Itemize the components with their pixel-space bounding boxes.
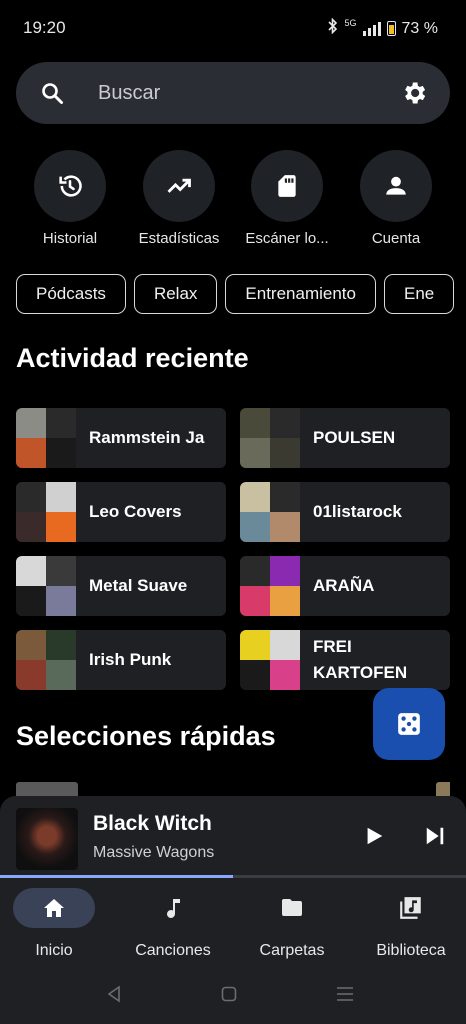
battery-icon <box>386 21 396 36</box>
recents-icon[interactable] <box>336 987 354 1001</box>
skip-next-icon[interactable] <box>424 825 446 847</box>
nav-inicio[interactable]: Inicio <box>0 888 112 960</box>
back-icon[interactable] <box>106 985 122 1003</box>
playlist-cover <box>16 408 76 468</box>
now-playing-artist: Massive Wagons <box>93 844 215 861</box>
status-icons: 5G 73 % <box>327 17 438 39</box>
status-time: 19:20 <box>23 18 66 37</box>
bluetooth-icon <box>327 17 339 39</box>
chip-entrenamiento[interactable]: Entrenamiento <box>225 274 376 314</box>
signal-icon <box>362 21 381 36</box>
section-title-recent: Actividad reciente <box>16 343 249 373</box>
shortcut-label: Escáner lo... <box>245 230 329 247</box>
sd-card-icon <box>278 175 296 197</box>
playlist-cover <box>16 482 76 542</box>
home-icon <box>44 899 64 917</box>
nav-biblioteca[interactable]: Biblioteca <box>353 888 466 960</box>
recent-item[interactable]: 01listarock <box>240 482 450 542</box>
playlist-name: POULSEN <box>313 428 396 447</box>
section-title-quick-picks: Selecciones rápidas <box>16 721 276 751</box>
playlist-name: Irish Punk <box>89 650 172 669</box>
bottom-nav: Inicio Canciones Carpetas Biblioteca <box>0 878 466 962</box>
battery-level: 73 % <box>401 19 438 37</box>
playlist-name: Metal Suave <box>89 576 188 595</box>
music-note-icon <box>167 899 180 918</box>
system-nav-bar <box>0 962 466 1024</box>
dice-icon <box>398 713 420 735</box>
playlist-cover <box>16 630 76 690</box>
shortcut-estadisticas[interactable]: Estadísticas <box>124 150 234 247</box>
chip-relax[interactable]: Relax <box>133 274 218 314</box>
network-label: 5G <box>344 18 357 28</box>
playlist-cover <box>240 482 300 542</box>
nav-label: Biblioteca <box>376 942 446 959</box>
play-icon[interactable] <box>363 825 385 847</box>
recent-item[interactable]: FREI KARTOFEN <box>240 630 450 690</box>
shortcut-label: Historial <box>42 230 98 247</box>
recent-item[interactable]: Irish Punk <box>16 630 226 690</box>
shortcut-cuenta[interactable]: Cuenta <box>341 150 451 247</box>
account-icon <box>386 176 406 195</box>
recent-item[interactable]: ARAÑA <box>240 556 450 616</box>
search-bar[interactable]: Buscar <box>16 62 450 124</box>
playlist-name: Leo Covers <box>89 502 182 521</box>
history-icon <box>59 175 82 197</box>
recent-item[interactable]: Rammstein Ja <box>16 408 226 468</box>
mood-chips: Pódcasts Relax Entrenamiento Ene <box>16 274 466 316</box>
chip-energia[interactable]: Ene <box>383 274 455 314</box>
gear-icon[interactable] <box>400 79 428 107</box>
playlist-cover <box>240 408 300 468</box>
shortcut-row: Historial Estadísticas Escáner lo... Cue… <box>0 150 466 250</box>
recent-item[interactable]: POULSEN <box>240 408 450 468</box>
now-playing-title: Black Witch <box>93 812 212 835</box>
shortcut-historial[interactable]: Historial <box>15 150 125 247</box>
search-input[interactable]: Buscar <box>98 82 160 105</box>
shortcut-label: Estadísticas <box>138 230 220 247</box>
nav-canciones[interactable]: Canciones <box>115 888 231 960</box>
mini-player[interactable]: Black Witch Massive Wagons <box>0 796 466 880</box>
playlist-cover <box>16 556 76 616</box>
playlist-name: ARAÑA <box>313 576 375 595</box>
shortcut-escaner[interactable]: Escáner lo... <box>232 150 342 247</box>
home-button-icon[interactable] <box>221 986 237 1002</box>
nav-label: Carpetas <box>259 942 325 959</box>
nav-label: Inicio <box>35 942 73 959</box>
shortcut-label: Cuenta <box>371 230 421 247</box>
playlist-name: 01listarock <box>313 502 402 521</box>
status-bar: 19:20 5G 73 % <box>0 0 466 56</box>
search-icon <box>42 83 63 104</box>
quick-picks-peek <box>16 778 450 798</box>
trending-up-icon <box>167 178 191 193</box>
playlist-cover <box>240 630 300 690</box>
shuffle-dice-button[interactable] <box>373 688 445 760</box>
playlist-name: Rammstein Ja <box>89 428 205 447</box>
library-music-icon <box>400 897 421 919</box>
folder-icon <box>282 899 302 916</box>
nav-label: Canciones <box>135 942 211 959</box>
recent-item[interactable]: Metal Suave <box>16 556 226 616</box>
playlist-name: FREI KARTOFEN <box>313 637 408 682</box>
chip-podcasts[interactable]: Pódcasts <box>16 274 126 314</box>
album-art <box>16 808 78 870</box>
nav-carpetas[interactable]: Carpetas <box>234 888 350 960</box>
recent-item[interactable]: Leo Covers <box>16 482 226 542</box>
playlist-cover <box>240 556 300 616</box>
